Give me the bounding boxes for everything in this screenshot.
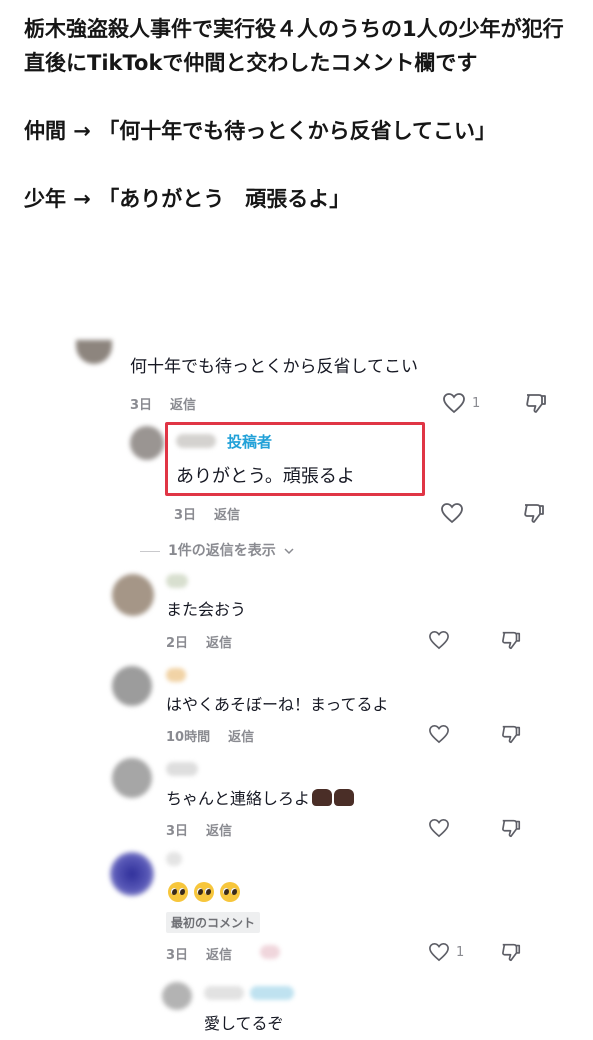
thumbs-down-icon xyxy=(502,725,521,744)
like-button[interactable] xyxy=(428,630,450,650)
divider xyxy=(140,550,160,552)
heart-icon xyxy=(429,724,449,744)
comment-time: 3日 xyxy=(174,508,197,523)
article-paragraph-3: 少年 → 「ありがとう 頑張るよ」 xyxy=(24,187,351,211)
heart-icon xyxy=(429,942,449,962)
comment-meta: 10時間 返信 xyxy=(166,726,254,745)
comment-meta: 3日 返信 xyxy=(130,394,196,413)
comment-text: 何十年でも待っとくから反省してこい xyxy=(130,357,418,377)
username-blurred xyxy=(176,434,216,448)
first-comment-badge: 最初のコメント xyxy=(166,912,261,933)
username-blurred xyxy=(166,852,182,866)
comment-meta: 3日 返信 xyxy=(174,504,240,523)
avatar[interactable] xyxy=(76,340,112,364)
reply-button[interactable]: 返信 xyxy=(206,948,232,963)
username-blurred xyxy=(204,986,244,1000)
like-button[interactable] xyxy=(440,502,464,524)
comment-section-screenshot: 何十年でも待っとくから反省してこい 3日 返信 1 投稿者 ありがとう。頑張るよ … xyxy=(70,330,593,1040)
like-button[interactable] xyxy=(428,818,450,838)
comment-time: 10時間 xyxy=(166,730,211,745)
emoji-row xyxy=(168,882,240,902)
comment-text: また会おう xyxy=(166,600,247,619)
avatar[interactable] xyxy=(162,982,192,1010)
show-replies-label: 1件の返信を表示 xyxy=(168,543,276,559)
comment-time: 2日 xyxy=(166,636,189,651)
username-blurred xyxy=(166,668,186,682)
dislike-button[interactable] xyxy=(500,629,522,655)
comment-text: ちゃんと連絡しろよ xyxy=(166,785,355,809)
comment-time: 3日 xyxy=(166,824,189,839)
like-button[interactable] xyxy=(428,724,450,744)
fist-emoji xyxy=(334,789,355,806)
reply-button[interactable]: 返信 xyxy=(206,636,232,651)
username-blurred xyxy=(166,762,198,776)
avatar[interactable] xyxy=(112,666,152,706)
heart-icon xyxy=(443,393,465,414)
pleading-face-emoji xyxy=(220,882,240,902)
like-count: 1 xyxy=(472,395,481,411)
pleading-face-emoji xyxy=(168,882,188,902)
dislike-button[interactable] xyxy=(500,817,522,843)
comment-meta: 3日 返信 xyxy=(166,820,232,839)
username-blurred xyxy=(166,574,188,588)
comment-text: はやくあそぼーね！まってるよ xyxy=(166,695,389,714)
article-text: 栃木強盗殺人事件で実行役４人のうちの1人の少年が犯行直後にTikTokで仲間と交… xyxy=(24,12,572,216)
comment-meta: 2日 返信 xyxy=(166,632,232,651)
comment-text-body: ちゃんと連絡しろよ xyxy=(166,789,311,808)
comment-meta: 3日 返信 xyxy=(166,944,232,963)
chevron-down-icon xyxy=(284,548,294,555)
reply-button[interactable]: 返信 xyxy=(206,824,232,839)
article-paragraph-1: 栃木強盗殺人事件で実行役４人のうちの1人の少年が犯行直後にTikTokで仲間と交… xyxy=(24,17,564,75)
reply-button[interactable]: 返信 xyxy=(214,508,240,523)
username-blurred xyxy=(250,986,294,1000)
fist-emoji xyxy=(312,789,333,806)
thumbs-down-icon xyxy=(502,631,521,650)
avatar[interactable] xyxy=(110,852,154,896)
like-count: 1 xyxy=(456,944,465,960)
dislike-button[interactable] xyxy=(522,501,546,529)
article-paragraph-2: 仲間 → 「何十年でも待っとくから反省してこい」 xyxy=(24,119,496,143)
dislike-button[interactable] xyxy=(524,391,548,419)
like-button[interactable]: 1 xyxy=(428,942,464,962)
thumbs-down-icon xyxy=(526,394,546,413)
thumbs-down-icon xyxy=(502,819,521,838)
dislike-button[interactable] xyxy=(500,941,522,967)
thumbs-down-icon xyxy=(524,504,544,523)
username-blurred xyxy=(260,945,280,959)
author-tag: 投稿者 xyxy=(227,433,273,451)
comment-time: 3日 xyxy=(130,398,153,413)
comment-text: ありがとう。頑張るよ xyxy=(176,466,355,487)
comment-time: 3日 xyxy=(166,948,189,963)
heart-icon xyxy=(441,503,463,524)
reply-button[interactable]: 返信 xyxy=(170,398,196,413)
reply-button[interactable]: 返信 xyxy=(228,730,254,745)
avatar[interactable] xyxy=(112,574,154,616)
avatar[interactable] xyxy=(130,426,164,460)
like-button[interactable]: 1 xyxy=(442,392,480,414)
pleading-face-emoji xyxy=(194,882,214,902)
avatar[interactable] xyxy=(112,758,152,798)
comment-text: 愛してるぞ xyxy=(204,1014,284,1033)
heart-icon xyxy=(429,818,449,838)
heart-icon xyxy=(429,630,449,650)
dislike-button[interactable] xyxy=(500,723,522,749)
thumbs-down-icon xyxy=(502,943,521,962)
show-replies-button[interactable]: 1件の返信を表示 xyxy=(140,540,294,560)
